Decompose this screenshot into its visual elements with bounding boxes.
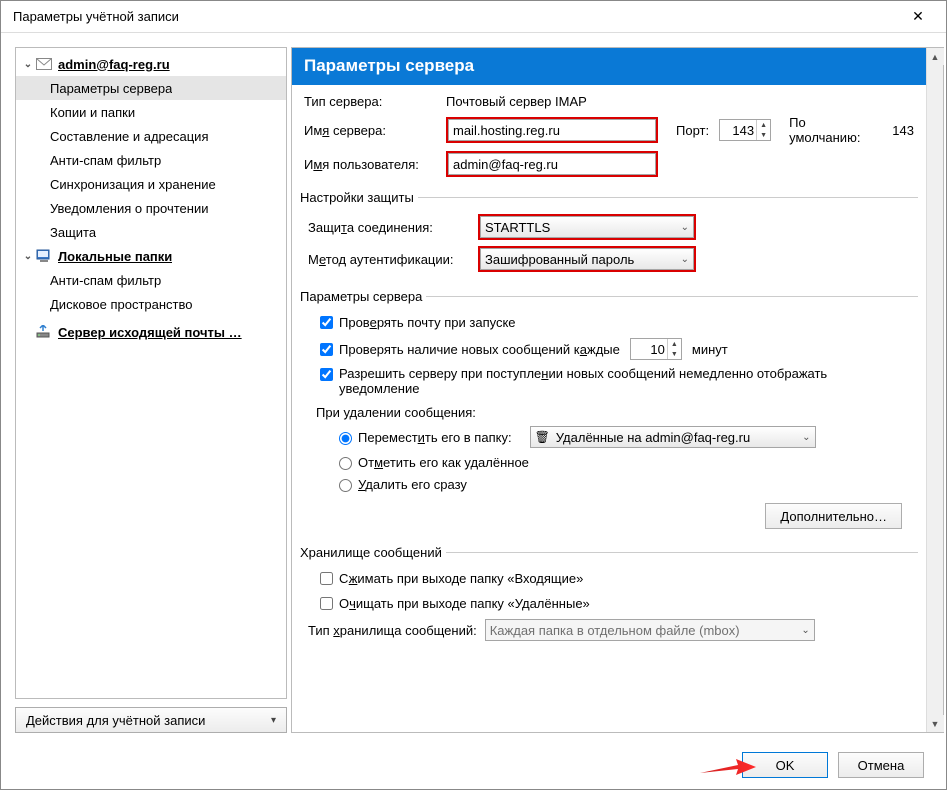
- storage-group: Хранилище сообщений Сжимать при выходе п…: [300, 545, 918, 648]
- connection-security-select[interactable]: STARTTLS ⌄: [480, 216, 694, 238]
- sidebar-item-sync[interactable]: Синхронизация и хранение: [16, 172, 286, 196]
- delete-now-label: Удалить его сразу: [358, 477, 467, 492]
- check-mail-startup[interactable]: [320, 316, 333, 329]
- check-mail-startup-label: Проверять почту при запуске: [339, 315, 516, 330]
- connection-security-label: Защит​а соединения:: [308, 220, 478, 235]
- sidebar: ⌄ admin@faq-reg.ru Параметры сервера Коп…: [15, 47, 287, 733]
- mail-account-icon: [36, 56, 52, 72]
- auth-method-select[interactable]: Зашифрованный пароль ⌄: [480, 248, 694, 270]
- port-spin-up[interactable]: ▲: [757, 120, 770, 130]
- check-interval-suffix: минут: [692, 342, 728, 357]
- interval-spin-up[interactable]: ▲: [668, 339, 681, 349]
- check-interval-label: Проверять наличие новых сообщений каждые: [339, 342, 620, 357]
- storage-group-label: Хранилище сообщений: [300, 545, 446, 560]
- delete-mark-radio[interactable]: [339, 457, 352, 470]
- port-label: Порт:: [676, 123, 709, 138]
- interval-spin-down[interactable]: ▼: [668, 349, 681, 359]
- tree-account-label: admin@faq-reg.ru: [58, 57, 170, 72]
- server-options-group: Параметры сервера Проверять почту при за…: [300, 289, 918, 535]
- trash-icon: 🗑: [535, 430, 550, 444]
- store-type-label: Тип хранилища сообщений:: [308, 623, 477, 638]
- close-button[interactable]: ✕: [898, 1, 938, 33]
- scroll-down-icon[interactable]: ▼: [927, 715, 944, 732]
- advanced-button[interactable]: Дополнительно…: [765, 503, 902, 529]
- store-type-select: Каждая папка в отдельном файле (mbox) ⌄: [485, 619, 815, 641]
- chevron-down-icon: ⌄: [802, 432, 810, 443]
- page-title: Параметры сервера: [292, 48, 926, 85]
- account-actions-label: Действия для учётной записи: [26, 713, 205, 728]
- sidebar-item-antispam[interactable]: Анти-спам фильтр: [16, 148, 286, 172]
- server-type-label: Тип сервера:: [304, 94, 446, 109]
- tree-outgoing-label: Сервер исходящей почты …: [58, 325, 242, 340]
- window-title: Параметры учётной записи: [9, 9, 898, 24]
- empty-trash-on-exit[interactable]: [320, 597, 333, 610]
- default-port-label: По умолчанию:: [789, 115, 878, 145]
- sidebar-item-receipts[interactable]: Уведомления о прочтении: [16, 196, 286, 220]
- outgoing-server-icon: [36, 324, 52, 340]
- tree-local-root[interactable]: ⌄ Локальные папки: [16, 244, 286, 268]
- ok-button[interactable]: OK: [742, 752, 828, 778]
- sidebar-item-disk-space[interactable]: Дисковое пространство: [16, 292, 286, 316]
- username-input[interactable]: [448, 153, 656, 175]
- tree-account-root[interactable]: ⌄ admin@faq-reg.ru: [16, 52, 286, 76]
- check-interval-input[interactable]: [631, 339, 667, 359]
- server-name-input[interactable]: [448, 119, 656, 141]
- twisty-icon: ⌄: [22, 251, 34, 262]
- auth-method-label: Метод аутентификации:: [308, 252, 478, 267]
- chevron-down-icon: ⌄: [801, 625, 809, 636]
- content-scrollbar[interactable]: ▲ ▼: [926, 48, 943, 732]
- server-type-value: Почтовый сервер IMAP: [446, 94, 587, 109]
- tree-local-label: Локальные папки: [58, 249, 172, 264]
- default-port-value: 143: [892, 123, 914, 138]
- empty-trash-on-exit-label: Очищать при выходе папку «Удалённые»: [339, 596, 590, 611]
- instant-notify[interactable]: [320, 368, 333, 381]
- delete-now-radio[interactable]: [339, 479, 352, 492]
- titlebar: Параметры учётной записи ✕: [1, 1, 946, 33]
- sidebar-item-composition[interactable]: Составление и адресация: [16, 124, 286, 148]
- account-actions-button[interactable]: Действия для учётной записи ▾: [15, 707, 287, 733]
- port-spin-down[interactable]: ▼: [757, 130, 770, 140]
- account-settings-window: Параметры учётной записи ✕ ⌄ admin@faq-r…: [0, 0, 947, 790]
- computer-icon: [36, 248, 52, 264]
- delete-move-label: Переместить его в папку:: [358, 430, 512, 445]
- scroll-up-icon[interactable]: ▲: [927, 48, 944, 65]
- tree-outgoing-root[interactable]: Сервер исходящей почты …: [16, 320, 286, 344]
- chevron-down-icon: ⌄: [681, 222, 689, 233]
- server-options-label: Параметры сервера: [300, 289, 426, 304]
- sidebar-item-security[interactable]: Защита: [16, 220, 286, 244]
- instant-notify-label: Разрешить серверу при поступлении новых …: [339, 366, 859, 396]
- username-label: Имя пользователя:: [304, 157, 446, 172]
- twisty-icon: ⌄: [22, 59, 34, 70]
- delete-mark-label: Отметить его как удалённое: [358, 455, 529, 470]
- delete-move-target-select[interactable]: 🗑 Удалённые на admin@faq-reg.ru ⌄: [530, 426, 816, 448]
- sidebar-item-server-params[interactable]: Параметры сервера: [16, 76, 286, 100]
- cancel-button[interactable]: Отмена: [838, 752, 924, 778]
- security-group: Настройки защиты Защит​а соединения: STA…: [300, 190, 918, 279]
- compact-on-exit-label: Сжимать при выходе папку «Входящие»: [339, 571, 583, 586]
- dropdown-icon: ▾: [271, 715, 276, 726]
- server-name-label: Имя сервера:: [304, 123, 446, 138]
- on-delete-label: При удалении сообщения:: [316, 405, 476, 420]
- account-tree[interactable]: ⌄ admin@faq-reg.ru Параметры сервера Коп…: [15, 47, 287, 699]
- close-icon: ✕: [912, 8, 924, 25]
- content-pane: Параметры сервера Тип сервера: Почтовый …: [292, 48, 926, 732]
- check-interval[interactable]: [320, 343, 333, 356]
- port-input[interactable]: [720, 120, 756, 140]
- dialog-footer: OK Отмена: [1, 741, 946, 789]
- compact-on-exit[interactable]: [320, 572, 333, 585]
- chevron-down-icon: ⌄: [681, 254, 689, 265]
- delete-move-radio[interactable]: [339, 432, 352, 445]
- sidebar-item-local-antispam[interactable]: Анти-спам фильтр: [16, 268, 286, 292]
- security-group-label: Настройки защиты: [300, 190, 418, 205]
- sidebar-item-copies[interactable]: Копии и папки: [16, 100, 286, 124]
